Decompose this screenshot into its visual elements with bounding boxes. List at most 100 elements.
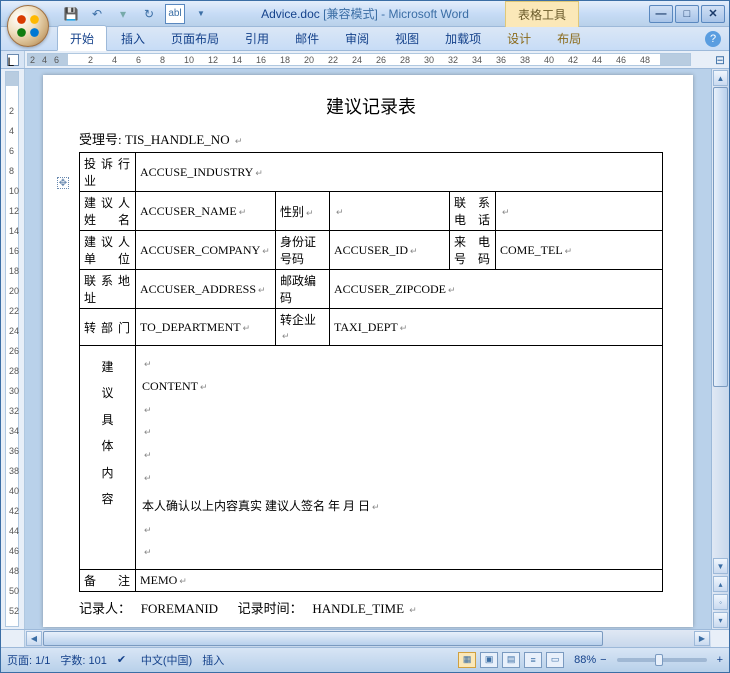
zoom-in-button[interactable]: + (717, 654, 723, 666)
print-layout-view-button[interactable]: ▦ (458, 652, 476, 668)
accept-number-line: 受理号: TIS_HANDLE_NO (79, 129, 663, 148)
cell-value[interactable]: ACCUSER_ID (330, 231, 450, 270)
status-mode[interactable]: 插入 (202, 652, 224, 668)
cell-label[interactable]: 联系电话 (450, 192, 496, 231)
zoom-level[interactable]: 88% (574, 654, 596, 666)
status-language[interactable]: 中文(中国) (141, 652, 192, 668)
maximize-button[interactable]: □ (675, 5, 699, 23)
table-row: 备注MEMO (80, 570, 663, 592)
undo-icon[interactable]: ↶ (87, 4, 107, 24)
document-viewport[interactable]: 建议记录表 受理号: TIS_HANDLE_NO ✥ 投诉行业ACCUSE_IN… (25, 69, 711, 629)
table-row: 投诉行业ACCUSE_INDUSTRY (80, 153, 663, 192)
next-page-button[interactable]: ▾ (713, 612, 728, 628)
draft-view-button[interactable]: ▭ (546, 652, 564, 668)
title-bar: 💾 ↶ ▾ ↻ abl ▼ Advice.doc [兼容模式] - Micros… (1, 1, 729, 27)
redo-icon[interactable]: ↻ (139, 4, 159, 24)
tab-page-layout[interactable]: 页面布局 (159, 26, 231, 50)
document-name: Advice.doc (261, 7, 320, 21)
qat-dropdown-icon[interactable]: ▼ (191, 4, 211, 24)
close-button[interactable]: ✕ (701, 5, 725, 23)
accept-value: TIS_HANDLE_NO (125, 132, 230, 147)
status-bar: 页面: 1/1 字数: 101 ✔ 中文(中国) 插入 ▦ ▣ ▤ ≡ ▭ 88… (1, 647, 729, 671)
status-words[interactable]: 字数: 101 (60, 652, 106, 668)
hscroll-thumb[interactable] (43, 631, 603, 646)
tab-view[interactable]: 视图 (383, 26, 431, 50)
tab-insert[interactable]: 插入 (109, 26, 157, 50)
ribbon-tabs: 开始 插入 页面布局 引用 邮件 审阅 视图 加载项 设计 布局 ? (1, 27, 729, 51)
table-row: 建议人姓名ACCUSER_NAME性别 联系电话 (80, 192, 663, 231)
vscroll-track[interactable] (713, 87, 728, 557)
time-label: 记录时间： (238, 601, 303, 616)
cell-value[interactable]: COME_TEL (496, 231, 663, 270)
prev-page-button[interactable]: ▴ (713, 576, 728, 592)
table-row: 建议人单位ACCUSER_COMPANY身份证号码ACCUSER_ID来电号码C… (80, 231, 663, 270)
tab-addins[interactable]: 加载项 (433, 26, 493, 50)
app-name: Microsoft Word (388, 7, 468, 21)
horizontal-ruler[interactable]: 2462468101214161820222426283032343638404… (27, 53, 691, 66)
form-table[interactable]: 投诉行业ACCUSE_INDUSTRY 建议人姓名ACCUSER_NAME性别联… (79, 152, 663, 592)
zoom-out-button[interactable]: − (600, 654, 606, 666)
cell-value[interactable]: TO_DEPARTMENT (136, 309, 276, 346)
cell-content[interactable]: CONTENT 本人确认以上内容真实 建议人签名 年 月 日 (136, 346, 663, 570)
minimize-button[interactable]: — (649, 5, 673, 23)
hscroll-track[interactable] (43, 631, 693, 646)
cell-label[interactable]: 建议人姓名 (80, 192, 136, 231)
document-page[interactable]: 建议记录表 受理号: TIS_HANDLE_NO ✥ 投诉行业ACCUSE_IN… (43, 75, 693, 627)
cell-label[interactable]: 备注 (80, 570, 136, 592)
full-screen-view-button[interactable]: ▣ (480, 652, 498, 668)
zoom-slider[interactable] (617, 658, 707, 662)
help-button[interactable]: ? (705, 31, 721, 47)
cell-value[interactable]: ACCUSE_INDUSTRY (136, 153, 663, 192)
tab-design[interactable]: 设计 (495, 26, 543, 50)
cell-label[interactable]: 邮政编码 (276, 270, 330, 309)
cell-label[interactable]: 来电号码 (450, 231, 496, 270)
cell-label[interactable]: 投诉行业 (80, 153, 136, 192)
table-row: 联系地址ACCUSER_ADDRESS邮政编码ACCUSER_ZIPCODE (80, 270, 663, 309)
cell-label[interactable]: 联系地址 (80, 270, 136, 309)
cell-value[interactable]: ACCUSER_ADDRESS (136, 270, 276, 309)
save-icon[interactable]: 💾 (61, 4, 81, 24)
cell-label[interactable]: 转企业 (276, 309, 330, 346)
cell-value[interactable] (496, 192, 663, 231)
proofing-icon[interactable]: ✔ (117, 653, 131, 667)
cell-value[interactable]: MEMO (136, 570, 663, 592)
scroll-left-button[interactable]: ◀ (26, 631, 42, 646)
document-title: 建议记录表 (79, 93, 663, 119)
cell-value[interactable]: TAXI_DEPT (330, 309, 663, 346)
vertical-ruler[interactable]: 2468101214161820222426283032343638404244… (5, 71, 19, 627)
vertical-scrollbar[interactable]: ▲ ▼ ▴ ◦ ▾ (711, 69, 729, 629)
cell-label[interactable]: 建议人单位 (80, 231, 136, 270)
zoom-slider-thumb[interactable] (655, 654, 663, 666)
vscroll-thumb[interactable] (713, 87, 728, 387)
status-page[interactable]: 页面: 1/1 (7, 652, 50, 668)
cell-value[interactable]: ACCUSER_NAME (136, 192, 276, 231)
horizontal-scrollbar[interactable]: ◀ ▶ (25, 630, 711, 647)
tab-home[interactable]: 开始 (57, 25, 107, 51)
ruler-toggle[interactable]: ⊟ (711, 51, 729, 68)
tab-mailings[interactable]: 邮件 (283, 26, 331, 50)
accept-label: 受理号: (79, 132, 122, 147)
web-layout-view-button[interactable]: ▤ (502, 652, 520, 668)
scroll-up-button[interactable]: ▲ (713, 70, 728, 86)
scroll-down-button[interactable]: ▼ (713, 558, 728, 574)
recorder-value: FOREMANID (141, 601, 218, 616)
tab-references[interactable]: 引用 (233, 26, 281, 50)
outline-view-button[interactable]: ≡ (524, 652, 542, 668)
cell-label[interactable]: 转部门 (80, 309, 136, 346)
cell-label[interactable]: 建议具体内容 (80, 346, 136, 570)
tab-layout[interactable]: 布局 (545, 26, 593, 50)
textbox-icon[interactable]: abl (165, 4, 185, 24)
tab-review[interactable]: 审阅 (333, 26, 381, 50)
cell-label[interactable]: 性别 (276, 192, 330, 231)
cell-value[interactable] (330, 192, 450, 231)
quick-access-toolbar: 💾 ↶ ▾ ↻ abl ▼ (61, 4, 211, 24)
cell-value[interactable]: ACCUSER_COMPANY (136, 231, 276, 270)
table-anchor-icon[interactable]: ✥ (57, 177, 69, 189)
scroll-right-button[interactable]: ▶ (694, 631, 710, 646)
context-tab-label: 表格工具 (505, 1, 579, 27)
cell-label[interactable]: 身份证号码 (276, 231, 330, 270)
tab-selector[interactable]: L (1, 51, 25, 68)
browse-object-button[interactable]: ◦ (713, 594, 728, 610)
office-button[interactable] (7, 5, 49, 47)
cell-value[interactable]: ACCUSER_ZIPCODE (330, 270, 663, 309)
